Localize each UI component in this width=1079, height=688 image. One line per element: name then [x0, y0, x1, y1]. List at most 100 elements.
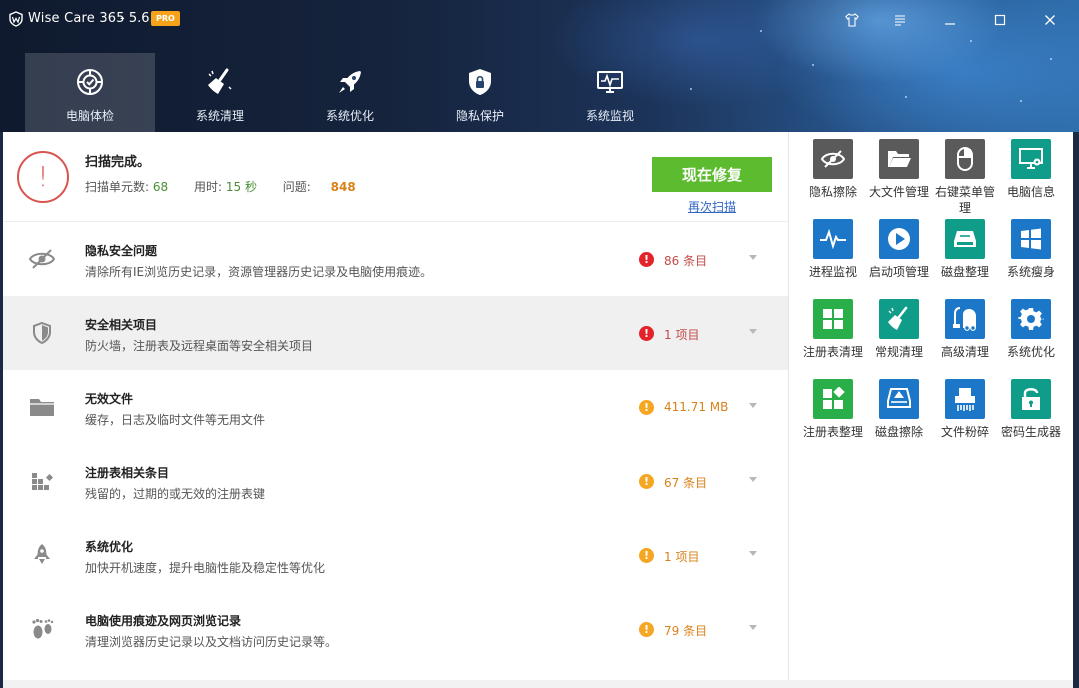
rescan-link[interactable]: 再次扫描	[652, 198, 772, 215]
tool-pc-info[interactable]: 电脑信息	[997, 139, 1063, 219]
tool-label: 注册表清理	[802, 345, 863, 359]
vacuum-icon	[945, 299, 985, 339]
close-button[interactable]	[1040, 10, 1060, 30]
tool-label: 密码生成器	[1000, 425, 1061, 439]
tool-label: 磁盘整理	[940, 265, 989, 279]
tool-label: 大文件管理	[868, 185, 929, 199]
tool-context-menu-manager[interactable]: 右键菜单管理	[931, 139, 997, 219]
scan-title: 扫描完成。	[85, 155, 151, 170]
main-panel: ! 扫描完成。 扫描单元数: 68 用时: 15 秒 问题: 848 现在修复 …	[3, 132, 1073, 680]
registry-blocks-icon	[32, 473, 54, 490]
tool-large-file-manager[interactable]: 大文件管理	[865, 139, 931, 219]
tab-system-monitor[interactable]: 系统监视	[545, 53, 675, 132]
chevron-down-icon[interactable]	[747, 251, 759, 263]
tab-system-optimize-label: 系统优化	[325, 109, 374, 123]
issue-list: 隐私安全问题 清除所有IE浏览历史记录，资源管理器历史记录及电脑使用痕迹。 ! …	[3, 222, 788, 666]
tool-registry-cleaner[interactable]: 注册表清理	[799, 299, 865, 379]
tool-disk-defrag[interactable]: 磁盘整理	[931, 219, 997, 299]
tab-system-optimize[interactable]: 系统优化	[285, 53, 415, 132]
tool-registry-defrag[interactable]: 注册表整理	[799, 379, 865, 459]
chevron-down-icon[interactable]	[747, 473, 759, 485]
issue-count: 1 项目	[664, 550, 700, 564]
tool-label: 磁盘擦除	[874, 425, 923, 439]
grid-icon	[813, 299, 853, 339]
minimize-button[interactable]	[940, 10, 960, 30]
issues-value: 848	[330, 180, 356, 194]
scan-stats: 扫描单元数: 68 用时: 15 秒 问题: 848	[85, 178, 356, 195]
issue-desc: 缓存，日志及临时文件等无用文件	[85, 413, 266, 427]
tool-label: 进程监视	[808, 265, 857, 279]
tool-disk-eraser[interactable]: 磁盘擦除	[865, 379, 931, 459]
issue-desc: 残留的，过期的或无效的注册表键	[85, 487, 266, 501]
tool-label: 电脑信息	[1006, 185, 1055, 199]
play-circle-icon	[879, 219, 919, 259]
issue-row-privacy[interactable]: 隐私安全问题 清除所有IE浏览历史记录，资源管理器历史记录及电脑使用痕迹。 ! …	[3, 222, 788, 296]
tool-process-monitor[interactable]: 进程监视	[799, 219, 865, 299]
issue-row-security[interactable]: 安全相关项目 防火墙，注册表及远程桌面等安全相关项目 ! 1 项目	[3, 296, 788, 370]
main-nav: 电脑体检 系统清理 系统优化 隐私保护 系统监视	[25, 53, 675, 132]
tab-system-clean[interactable]: 系统清理	[155, 53, 285, 132]
time-value: 15 秒	[225, 180, 257, 194]
tool-common-cleaner[interactable]: 常规清理	[865, 299, 931, 379]
fix-now-button[interactable]: 现在修复	[652, 157, 772, 192]
eye-slash-icon	[28, 249, 56, 269]
tool-system-slim[interactable]: 系统瘦身	[997, 219, 1063, 299]
skin-button[interactable]	[842, 10, 862, 30]
tool-label: 启动项管理	[868, 265, 929, 279]
issues-label: 问题:	[282, 180, 311, 194]
issue-row-registry[interactable]: 注册表相关条目 残留的，过期的或无效的注册表键 ! 67 条目	[3, 444, 788, 518]
menu-button[interactable]	[890, 10, 910, 30]
registry-defrag-icon	[813, 379, 853, 419]
tool-system-optimizer[interactable]: 系统优化	[997, 299, 1063, 379]
tab-privacy[interactable]: 隐私保护	[415, 53, 545, 132]
footprints-icon	[32, 618, 54, 639]
chevron-down-icon[interactable]	[747, 399, 759, 411]
tool-startup-manager[interactable]: 启动项管理	[865, 219, 931, 299]
shield-icon	[33, 321, 51, 345]
tool-password-generator[interactable]: 密码生成器	[997, 379, 1063, 459]
minimize-icon	[945, 23, 955, 25]
issue-count: 1 项目	[664, 328, 700, 342]
alert-icon: !	[17, 151, 69, 203]
app-title: Wise Care 365	[28, 11, 125, 26]
scan-summary: ! 扫描完成。 扫描单元数: 68 用时: 15 秒 问题: 848 现在修复 …	[3, 132, 788, 222]
units-label: 扫描单元数:	[85, 180, 150, 194]
checkup-results: ! 扫描完成。 扫描单元数: 68 用时: 15 秒 问题: 848 现在修复 …	[3, 132, 788, 680]
app-logo-icon	[9, 11, 23, 27]
tool-label: 高级清理	[940, 345, 989, 359]
units-value: 68	[152, 180, 169, 194]
shield-lock-icon	[469, 69, 491, 95]
maximize-icon	[994, 14, 1006, 26]
status-warning-icon: !	[639, 622, 654, 637]
tool-advanced-cleaner[interactable]: 高级清理	[931, 299, 997, 379]
issue-desc: 加快开机速度，提升电脑性能及稳定性等优化	[85, 561, 326, 575]
tool-label: 隐私擦除	[808, 185, 857, 199]
folder-open-icon	[879, 139, 919, 179]
tools-panel: 隐私擦除 大文件管理 右键菜单管理 电脑信息 进程监视 启动项管理 磁盘整理 系…	[788, 132, 1073, 680]
issue-row-junk-files[interactable]: 无效文件 缓存，日志及临时文件等无用文件 ! 411.71 MB	[3, 370, 788, 444]
maximize-button[interactable]	[990, 10, 1010, 30]
status-warning-icon: !	[639, 400, 654, 415]
tab-system-clean-label: 系统清理	[195, 109, 244, 123]
monitor-gear-icon	[1011, 139, 1051, 179]
issue-row-optimize[interactable]: 系统优化 加快开机速度，提升电脑性能及稳定性等优化 ! 1 项目	[3, 518, 788, 592]
status-warning-icon: !	[639, 474, 654, 489]
issue-count: 411.71 MB	[664, 400, 729, 414]
disk-erase-icon	[879, 379, 919, 419]
status-error-icon: !	[639, 252, 654, 267]
monitor-icon	[597, 71, 623, 93]
tab-checkup[interactable]: 电脑体检	[25, 53, 155, 132]
issue-title: 无效文件	[85, 392, 134, 406]
tool-privacy-eraser[interactable]: 隐私擦除	[799, 139, 865, 219]
issue-row-traces[interactable]: 电脑使用痕迹及网页浏览记录 清理浏览器历史记录以及文档访问历史记录等。 ! 79…	[3, 592, 788, 666]
issue-title: 安全相关项目	[85, 318, 158, 332]
chevron-down-icon[interactable]	[747, 547, 759, 559]
status-bar	[3, 680, 1073, 688]
chevron-down-icon[interactable]	[747, 621, 759, 633]
rocket-icon	[339, 71, 361, 93]
tool-file-shredder[interactable]: 文件粉碎	[931, 379, 997, 459]
chevron-down-icon[interactable]	[747, 325, 759, 337]
shredder-icon	[945, 379, 985, 419]
pulse-icon	[813, 219, 853, 259]
issue-desc: 清理浏览器历史记录以及文档访问历史记录等。	[85, 635, 338, 649]
